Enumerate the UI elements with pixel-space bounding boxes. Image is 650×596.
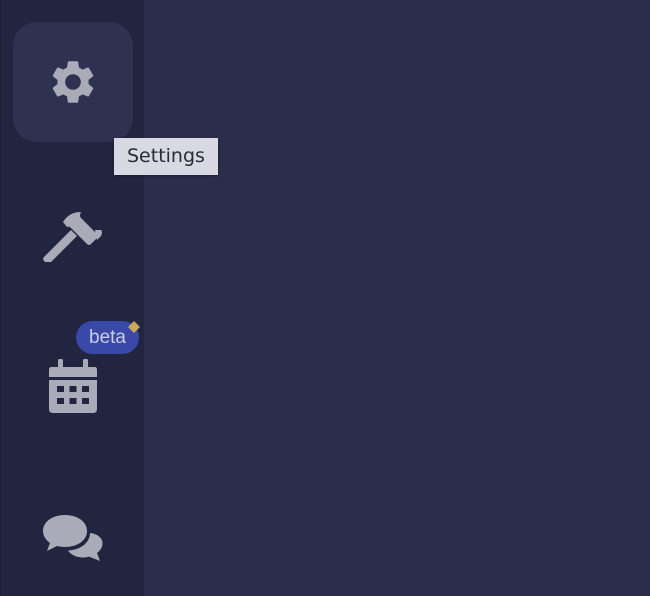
sidebar: beta xyxy=(0,0,144,596)
app-window: beta Settings xyxy=(0,0,650,596)
calendar-icon xyxy=(49,359,97,413)
sidebar-item-settings[interactable] xyxy=(13,22,133,142)
main-content xyxy=(144,0,650,596)
chat-bubbles-icon xyxy=(43,515,103,561)
settings-tooltip: Settings xyxy=(114,138,218,175)
sparkle-icon xyxy=(128,321,140,333)
sidebar-item-chat[interactable] xyxy=(13,478,133,596)
sidebar-item-tools[interactable] xyxy=(13,174,133,294)
gear-icon xyxy=(52,61,94,103)
hammer-icon xyxy=(43,212,102,262)
